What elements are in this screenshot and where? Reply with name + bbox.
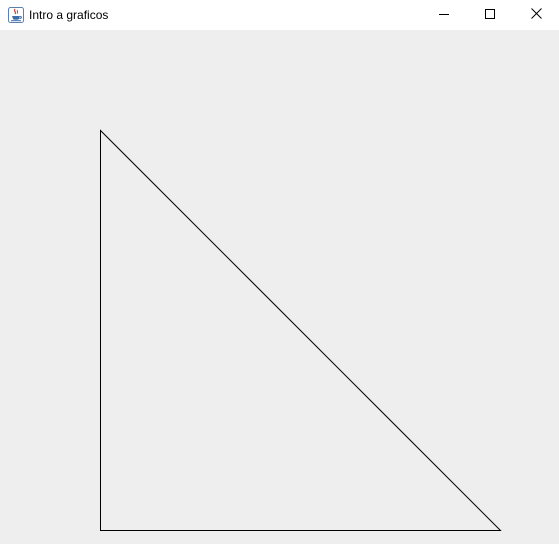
triangle-shape	[100, 129, 502, 531]
close-button[interactable]	[513, 0, 559, 29]
window-title: Intro a graficos	[29, 8, 109, 22]
drawing-canvas	[100, 129, 502, 531]
application-window: Intro a graficos	[0, 0, 559, 544]
title-bar[interactable]: Intro a graficos	[0, 0, 559, 30]
minimize-icon	[439, 6, 449, 24]
minimize-button[interactable]	[421, 0, 467, 29]
maximize-icon	[485, 6, 495, 24]
close-icon	[530, 6, 542, 24]
java-cup-icon[interactable]	[8, 7, 24, 23]
drawing-panel	[0, 30, 559, 544]
maximize-button[interactable]	[467, 0, 513, 29]
